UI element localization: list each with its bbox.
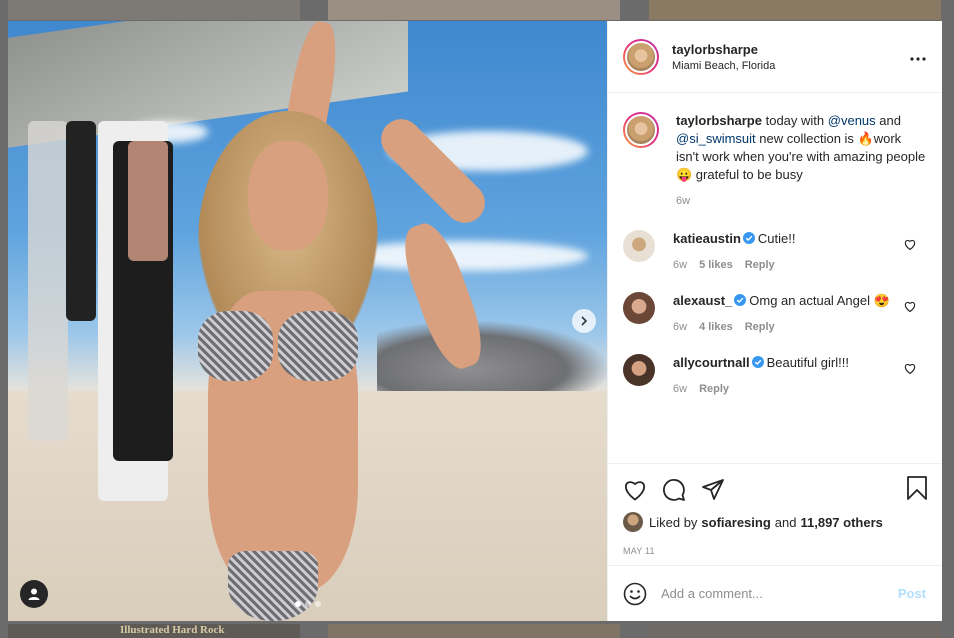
reply-button[interactable]: Reply (745, 256, 775, 274)
caption-time[interactable]: 6w (676, 192, 926, 210)
post-photo[interactable] (8, 21, 607, 621)
clothing-rack (18, 101, 198, 561)
chevron-right-icon (581, 316, 588, 326)
commenter-avatar[interactable] (623, 354, 655, 386)
feed-tile-caption: Illustrated Hard Rock (120, 624, 225, 636)
post-sidebar: taylorbsharpe Miami Beach, Florida taylo… (607, 21, 942, 621)
post-date[interactable]: MAY 11 (623, 546, 926, 556)
comment-likes[interactable]: 5 likes (699, 256, 733, 274)
add-comment-bar: Post (608, 565, 942, 621)
comment-username[interactable]: katieaustin (673, 231, 741, 246)
emoji-icon (623, 582, 647, 605)
comment-icon (663, 479, 685, 501)
carousel-indicator (294, 601, 321, 607)
caption-username[interactable]: taylorbsharpe (676, 113, 762, 128)
likes-count[interactable]: 11,897 others (800, 515, 882, 530)
like-comment-button[interactable] (904, 300, 916, 315)
verified-badge-icon (751, 356, 764, 368)
post-actions: Liked by sofiaresing and 11,897 others M… (608, 463, 942, 621)
comment-username[interactable]: alexaust_ (673, 293, 732, 308)
comment-item: alexaust_ Omg an actual Angel 😍 6w 4 like… (623, 292, 926, 336)
heart-icon (904, 239, 916, 251)
caption-author-avatar[interactable] (623, 112, 659, 148)
post-location[interactable]: Miami Beach, Florida (672, 60, 775, 72)
heart-icon (625, 481, 645, 501)
user-tag-icon (28, 588, 40, 600)
feed-tile (328, 0, 620, 20)
liked-by: Liked by sofiaresing and 11,897 others (623, 512, 926, 532)
reply-button[interactable]: Reply (745, 318, 775, 336)
liker-username[interactable]: sofiaresing (701, 515, 770, 530)
user-tag-button[interactable] (20, 580, 48, 608)
comment-text: Beautiful girl!!! (766, 355, 849, 370)
liked-by-and: and (774, 514, 797, 530)
comment-likes[interactable]: 4 likes (699, 318, 733, 336)
comment-item: katieaustin Cutie!! 6w 5 likes Reply (623, 230, 926, 274)
like-comment-button[interactable] (904, 362, 916, 377)
author-username[interactable]: taylorbsharpe (672, 42, 775, 57)
comment-text: Cutie!! (757, 231, 796, 246)
share-button[interactable] (701, 479, 725, 501)
mention-link[interactable]: @si_swimsuit (676, 131, 756, 146)
comment-text: Omg an actual Angel 😍 (749, 293, 890, 308)
carousel-dot (304, 601, 311, 607)
heart-icon (904, 301, 916, 313)
post-comment-button[interactable]: Post (898, 586, 926, 601)
comments-list[interactable]: taylorbsharpe today with @venus and @si_… (608, 93, 942, 463)
comment-time[interactable]: 6w (673, 318, 687, 336)
comment-item: allycourtnall Beautiful girl!!! 6w Reply (623, 354, 926, 398)
more-icon (910, 57, 926, 61)
save-post-button[interactable] (906, 476, 928, 503)
post-caption: taylorbsharpe today with @venus and @si_… (623, 93, 926, 210)
share-icon (702, 479, 724, 500)
reply-button[interactable]: Reply (699, 380, 729, 398)
comment-username[interactable]: allycourtnall (673, 355, 750, 370)
feed-tile (649, 624, 941, 638)
author-avatar[interactable] (623, 38, 659, 75)
emoji-button[interactable] (623, 582, 647, 606)
like-comment-button[interactable] (904, 238, 916, 253)
carousel-dot (314, 601, 321, 607)
commenter-avatar[interactable] (623, 230, 655, 262)
feed-tile (328, 624, 620, 638)
bookmark-icon (907, 476, 927, 500)
heart-icon (904, 363, 916, 375)
caption-text-1: today with (765, 113, 828, 128)
mention-link[interactable]: @venus (828, 113, 876, 128)
like-button[interactable] (623, 479, 647, 501)
carousel-dot (294, 601, 301, 607)
feed-tile (8, 0, 300, 20)
comment-time[interactable]: 6w (673, 380, 687, 398)
commenter-avatar[interactable] (623, 292, 655, 324)
post-modal: taylorbsharpe Miami Beach, Florida taylo… (8, 21, 942, 621)
next-slide-button[interactable] (572, 309, 596, 333)
comment-input[interactable] (661, 586, 898, 601)
comment-button[interactable] (662, 478, 686, 502)
verified-badge-icon (742, 232, 755, 244)
liker-avatar[interactable] (623, 512, 643, 532)
verified-badge-icon (734, 294, 747, 306)
more-options-button[interactable] (910, 49, 926, 64)
post-header: taylorbsharpe Miami Beach, Florida (608, 21, 942, 93)
liked-by-prefix: Liked by (649, 514, 698, 530)
feed-tile (649, 0, 941, 20)
model (178, 21, 498, 621)
comment-time[interactable]: 6w (673, 256, 687, 274)
caption-text-2: and (875, 113, 901, 128)
